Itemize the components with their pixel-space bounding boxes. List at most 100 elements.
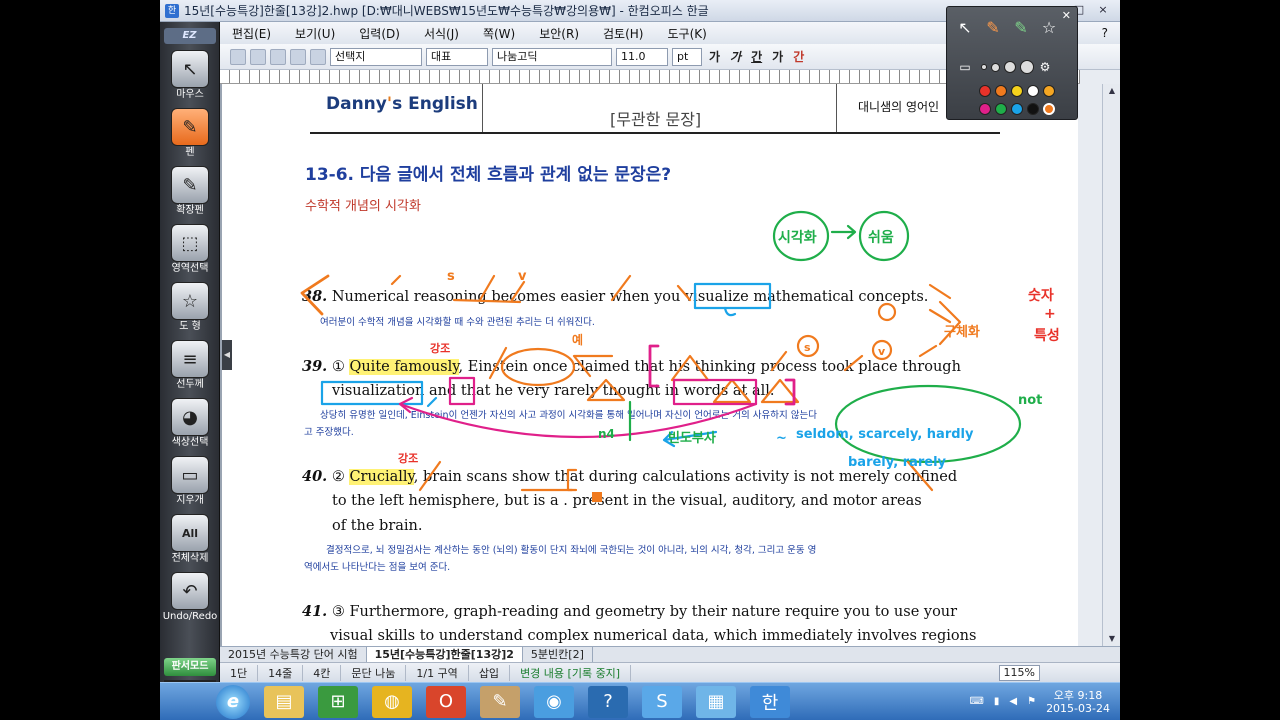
system-clock[interactable]: 오후 9:18 2015-03-24 bbox=[1046, 689, 1110, 715]
italic-button[interactable]: 가 bbox=[727, 48, 744, 65]
ez-tool-eraser[interactable]: ▭ 지우개 bbox=[160, 456, 220, 514]
help-app-icon[interactable]: ? bbox=[588, 685, 628, 718]
color-selected-orange-dot[interactable] bbox=[1043, 103, 1055, 115]
network-icon[interactable]: ▮ bbox=[994, 696, 1000, 707]
palette-star-icon[interactable]: ☆ bbox=[1037, 15, 1061, 39]
ez-tool-undo-redo[interactable]: ↶ Undo/Redo bbox=[160, 572, 220, 630]
save-icon[interactable] bbox=[250, 48, 266, 65]
bold-button[interactable]: 가 bbox=[706, 48, 723, 65]
ez-tool-pen[interactable]: ✎ 펜 bbox=[160, 108, 220, 166]
font-color-button[interactable]: 간 bbox=[790, 48, 807, 65]
clear-all-icon[interactable]: All bbox=[171, 514, 209, 552]
tab-blank-5min[interactable]: 5분빈칸[2] bbox=[523, 647, 593, 662]
ez-tool-color[interactable]: ◕ 색상선택 bbox=[160, 398, 220, 456]
area-select-icon[interactable]: ⬚ bbox=[171, 224, 209, 262]
size-large-dot[interactable] bbox=[1004, 61, 1016, 73]
menu-tools[interactable]: 도구(K) bbox=[655, 25, 718, 42]
ez-app-icon[interactable]: ▦ bbox=[696, 685, 736, 718]
choice-marker: ① bbox=[331, 359, 345, 375]
close-button[interactable]: × bbox=[1092, 2, 1114, 18]
swirl-app-icon[interactable]: S bbox=[642, 685, 682, 718]
pen-app-icon[interactable]: ✎ bbox=[480, 685, 520, 718]
color-magenta-dot[interactable] bbox=[979, 103, 991, 115]
underline-button[interactable]: 간 bbox=[748, 48, 765, 65]
font-size-input[interactable]: 11.0 bbox=[616, 47, 668, 66]
header-subtitle: [무관한 문장] bbox=[610, 110, 702, 129]
color-yellow-dot[interactable] bbox=[1011, 85, 1023, 97]
ez-tool-extended-pen[interactable]: ✎ 확장펜 bbox=[160, 166, 220, 224]
new-doc-icon[interactable] bbox=[230, 48, 246, 65]
undo-icon[interactable] bbox=[290, 48, 306, 65]
language-select[interactable]: 대표 bbox=[426, 47, 488, 66]
ez-tool-area-select[interactable]: ⬚ 영역선택 bbox=[160, 224, 220, 282]
menu-security[interactable]: 보안(R) bbox=[527, 25, 591, 42]
style-select[interactable]: 선택지 bbox=[330, 47, 422, 66]
palette-eraser-icon[interactable]: ▭ bbox=[953, 55, 977, 79]
choice-marker: ③ bbox=[331, 604, 345, 620]
palette-close-icon[interactable]: ✕ bbox=[1062, 9, 1071, 22]
flag-icon[interactable]: ⚑ bbox=[1027, 696, 1036, 707]
status-bar: 1단 14줄 4칸 문단 나눔 1/1 구역 삽입 변경 내용 [기록 중지] … bbox=[220, 662, 1120, 682]
help-button[interactable]: ? bbox=[1090, 26, 1120, 40]
pen-icon[interactable]: ✎ bbox=[171, 108, 209, 146]
font-unit-select[interactable]: pt bbox=[672, 47, 702, 66]
size-xl-dot[interactable] bbox=[1020, 60, 1034, 74]
ez-tool-clear-all[interactable]: All 전체삭제 bbox=[160, 514, 220, 572]
keyboard-icon[interactable]: ⌨ bbox=[969, 696, 983, 707]
menu-format[interactable]: 서식(J) bbox=[412, 25, 471, 42]
line-width-icon[interactable]: ≡ bbox=[171, 340, 209, 378]
tab-word-test[interactable]: 2015년 수능특강 단어 시험 bbox=[220, 647, 367, 662]
menu-view[interactable]: 보기(U) bbox=[283, 25, 347, 42]
eraser-icon[interactable]: ▭ bbox=[171, 456, 209, 494]
document-page[interactable]: Danny's English [무관한 문장] 대니샘의 영어인 13-6. … bbox=[222, 84, 1078, 646]
panel-collapse-handle[interactable]: ◀ bbox=[222, 340, 232, 370]
menu-insert[interactable]: 입력(D) bbox=[347, 25, 412, 42]
chrome-icon[interactable]: ◉ bbox=[534, 685, 574, 718]
redo-icon[interactable] bbox=[310, 48, 326, 65]
palette-pen-icon[interactable]: ✎ bbox=[981, 15, 1005, 39]
ez-tool-shape[interactable]: ☆ 도 형 bbox=[160, 282, 220, 340]
status-insert-mode[interactable]: 삽입 bbox=[469, 664, 511, 681]
board-mode-button[interactable]: 판서모드 bbox=[164, 658, 216, 676]
status-track-changes[interactable]: 변경 내용 [기록 중지] bbox=[510, 664, 632, 681]
color-gold-dot[interactable] bbox=[1043, 85, 1055, 97]
color-blue-dot[interactable] bbox=[1011, 103, 1023, 115]
font-select[interactable]: 나눔고딕 bbox=[492, 47, 612, 66]
undo-icon[interactable]: ↶ bbox=[171, 572, 209, 610]
palette-marker-icon[interactable]: ✎ bbox=[1009, 15, 1033, 39]
color-palette-icon[interactable]: ◕ bbox=[171, 398, 209, 436]
volume-icon[interactable]: ◀ bbox=[1009, 696, 1017, 707]
tab-current-doc[interactable]: 15년[수능특강]한줄[13강]2 bbox=[366, 647, 523, 662]
globe-icon[interactable]: ◍ bbox=[372, 685, 412, 718]
menu-page[interactable]: 쪽(W) bbox=[471, 25, 527, 42]
menu-review[interactable]: 검토(H) bbox=[591, 25, 655, 42]
extended-pen-icon[interactable]: ✎ bbox=[171, 166, 209, 204]
color-green-dot[interactable] bbox=[995, 103, 1007, 115]
print-icon[interactable] bbox=[270, 48, 286, 65]
ez-tool-mouse[interactable]: ↖ 마우스 bbox=[160, 50, 220, 108]
sentence-text: , brain scans show that during calculati… bbox=[413, 469, 958, 485]
vertical-scrollbar[interactable]: ▲ ▼ bbox=[1102, 84, 1120, 646]
hwp-taskbar-icon[interactable]: 한 bbox=[750, 685, 790, 718]
menu-edit[interactable]: 편집(E) bbox=[220, 25, 283, 42]
color-black-dot[interactable] bbox=[1027, 103, 1039, 115]
size-medium-dot[interactable] bbox=[991, 62, 1000, 72]
scroll-up-arrow-icon[interactable]: ▲ bbox=[1103, 84, 1120, 98]
scroll-down-arrow-icon[interactable]: ▼ bbox=[1103, 632, 1120, 646]
star-shape-icon[interactable]: ☆ bbox=[171, 282, 209, 320]
ez-tool-line-width[interactable]: ≡ 선두께 bbox=[160, 340, 220, 398]
palette-mouse-icon[interactable]: ↖ bbox=[953, 15, 977, 39]
color-red-dot[interactable] bbox=[979, 85, 991, 97]
color-orange-dot[interactable] bbox=[995, 85, 1007, 97]
size-small-dot[interactable] bbox=[981, 64, 987, 70]
strikethrough-button[interactable]: 가 bbox=[769, 48, 786, 65]
settings-gear-icon[interactable]: ⚙ bbox=[1038, 55, 1052, 79]
color-white-dot[interactable] bbox=[1027, 85, 1039, 97]
zoom-select[interactable]: 115% bbox=[998, 664, 1040, 681]
store-icon[interactable]: ⊞ bbox=[318, 685, 358, 718]
document-area[interactable]: Danny's English [무관한 문장] 대니샘의 영어인 13-6. … bbox=[220, 84, 1078, 646]
ie-icon[interactable]: e bbox=[216, 684, 250, 719]
mouse-pointer-icon[interactable]: ↖ bbox=[171, 50, 209, 88]
explorer-icon[interactable]: ▤ bbox=[264, 685, 304, 718]
office-icon[interactable]: O bbox=[426, 685, 466, 718]
